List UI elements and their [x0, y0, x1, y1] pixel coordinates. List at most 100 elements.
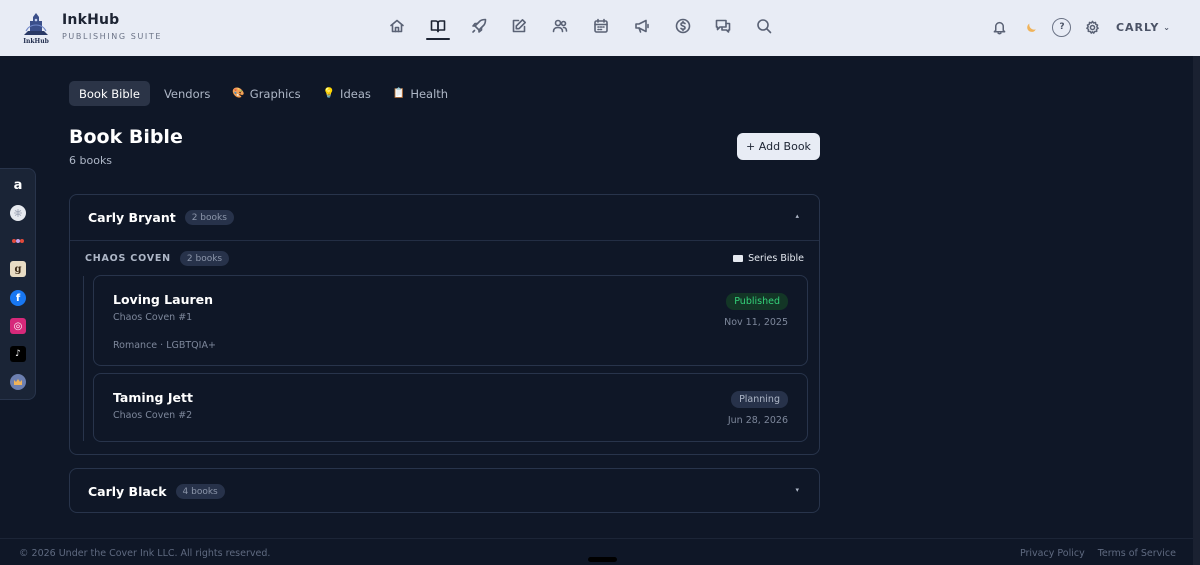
- page-title: Book Bible: [69, 126, 183, 148]
- help-icon: ?: [1052, 17, 1072, 37]
- nav-calendar[interactable]: [588, 12, 614, 40]
- goodreads-icon[interactable]: g: [10, 261, 26, 277]
- gear-icon: [1086, 20, 1100, 34]
- book-title: Loving Lauren: [113, 292, 214, 307]
- series-bible-label: Series Bible: [748, 253, 804, 264]
- header-actions: ? CARLY ⌄: [980, 16, 1171, 38]
- book-genre: Romance · LGBTQIA+: [113, 340, 216, 351]
- users-icon: [552, 19, 568, 33]
- amazon-glyph: a: [13, 177, 23, 193]
- tab-graphics[interactable]: 🎨 Graphics: [224, 81, 308, 106]
- notifications-button[interactable]: [989, 16, 1011, 38]
- book-card-loving-lauren[interactable]: Loving Lauren Chaos Coven #1 Romance · L…: [93, 275, 808, 366]
- apple-books-mark: [14, 209, 22, 217]
- app-subtitle: PUBLISHING SUITE: [62, 31, 162, 41]
- rocket-icon: [471, 18, 486, 33]
- nav-book-bible[interactable]: [425, 12, 451, 40]
- instagram-icon[interactable]: ◎: [10, 318, 26, 334]
- tab-vendors[interactable]: Vendors: [156, 81, 218, 106]
- apple-books-icon[interactable]: [10, 205, 26, 221]
- tiktok-icon[interactable]: ♪: [10, 346, 26, 362]
- book-title: Taming Jett: [113, 390, 193, 405]
- collapse-icon[interactable]: ▴: [795, 212, 799, 220]
- scrollbar-thumb[interactable]: [1193, 0, 1200, 56]
- series-bible-button[interactable]: Series Bible: [733, 253, 804, 264]
- clipboard-icon: 📋: [392, 88, 406, 99]
- book-card-taming-jett[interactable]: Taming Jett Chaos Coven #2 Planning Jun …: [93, 373, 808, 442]
- nav-messages[interactable]: [710, 12, 736, 40]
- expand-icon[interactable]: ▾: [795, 486, 799, 494]
- author-name: Carly Black: [88, 484, 167, 499]
- app-name: InkHub: [62, 11, 120, 28]
- author-card-carly-black: Carly Black 4 books ▾: [69, 468, 820, 513]
- nav-launch[interactable]: [466, 12, 492, 40]
- bookbub-mark: [12, 239, 24, 243]
- bookbub-icon[interactable]: [10, 233, 26, 249]
- author-header[interactable]: Carly Black 4 books ▾: [70, 469, 819, 514]
- series-book-count: 2 books: [179, 251, 230, 266]
- user-name: CARLY: [1115, 20, 1160, 34]
- author-book-count: 4 books: [175, 484, 225, 499]
- privacy-link[interactable]: Privacy Policy: [1020, 548, 1085, 559]
- author-book-count: 2 books: [184, 210, 234, 225]
- book-open-icon: [430, 20, 446, 33]
- author-card-carly-bryant: Carly Bryant 2 books ▴ CHAOS COVEN 2 boo…: [69, 194, 820, 455]
- facebook-glyph: f: [15, 292, 21, 304]
- brand[interactable]: InkHub InkHub PUBLISHING SUITE: [20, 9, 162, 46]
- footer-links: Privacy Policy Terms of Service: [1007, 548, 1176, 559]
- instagram-glyph: ◎: [13, 320, 23, 332]
- chat-icon: [716, 19, 731, 33]
- social-links-rail: a g f ◎ ♪: [0, 168, 36, 400]
- series-header: CHAOS COVEN 2 books: [85, 251, 230, 266]
- book-icon: [733, 255, 744, 262]
- tab-book-bible[interactable]: Book Bible: [69, 81, 150, 106]
- sub-tabs: Book Bible Vendors 🎨 Graphics 💡 Ideas 📋 Hea…: [69, 81, 462, 106]
- calendar-icon: [594, 18, 608, 33]
- tab-label: Health: [410, 86, 449, 101]
- nav-team[interactable]: [547, 12, 573, 40]
- page-scrollbar[interactable]: [1193, 0, 1200, 565]
- tab-ideas[interactable]: 💡 Ideas: [315, 81, 379, 106]
- nav-finance[interactable]: [670, 12, 696, 40]
- page-book-count: 6 books: [69, 154, 113, 167]
- tab-health[interactable]: 📋 Health: [385, 81, 456, 106]
- footer-divider: [0, 538, 1193, 539]
- status-badge: Planning: [731, 391, 788, 408]
- top-bar: InkHub InkHub PUBLISHING SUITE ? CARLY ⌄: [0, 0, 1193, 56]
- main-nav: [384, 12, 792, 40]
- help-button[interactable]: ?: [1051, 16, 1073, 38]
- chevron-down-icon: ⌄: [1163, 22, 1171, 32]
- author-header[interactable]: Carly Bryant 2 books ▴: [70, 195, 819, 240]
- facebook-icon[interactable]: f: [10, 290, 26, 306]
- tiktok-glyph: ♪: [15, 349, 21, 359]
- castle-logo-icon: [24, 13, 48, 35]
- kobo-icon[interactable]: [10, 374, 26, 390]
- nav-marketing[interactable]: [629, 12, 655, 40]
- dock-handle[interactable]: [588, 557, 617, 562]
- nav-write[interactable]: [506, 12, 532, 40]
- moon-icon: [1027, 23, 1037, 32]
- user-menu[interactable]: CARLY ⌄: [1116, 21, 1171, 34]
- logo-text: InkHub: [23, 38, 49, 45]
- settings-button[interactable]: [1082, 16, 1104, 38]
- megaphone-icon: [634, 19, 649, 33]
- kobo-mark: [14, 379, 22, 385]
- book-date: Jun 28, 2026: [727, 415, 788, 426]
- book-series: Chaos Coven #1: [113, 312, 193, 323]
- tab-label: Graphics: [249, 86, 301, 101]
- tab-label: Book Bible: [79, 86, 140, 101]
- bell-icon: [994, 21, 1006, 34]
- terms-link[interactable]: Terms of Service: [1098, 548, 1176, 559]
- add-book-button[interactable]: + Add Book: [737, 133, 820, 160]
- nav-search[interactable]: [751, 12, 777, 40]
- tab-label: Vendors: [163, 86, 211, 101]
- copyright: © 2026 Under the Cover Ink LLC. All righ…: [19, 548, 271, 559]
- search-icon: [757, 19, 772, 34]
- status-badge: Published: [726, 293, 788, 310]
- goodreads-glyph: g: [14, 263, 22, 275]
- theme-toggle-button[interactable]: [1020, 16, 1042, 38]
- dollar-icon: [675, 18, 690, 34]
- palette-icon: 🎨: [232, 88, 245, 99]
- nav-home[interactable]: [384, 12, 410, 40]
- amazon-icon[interactable]: a: [10, 177, 26, 193]
